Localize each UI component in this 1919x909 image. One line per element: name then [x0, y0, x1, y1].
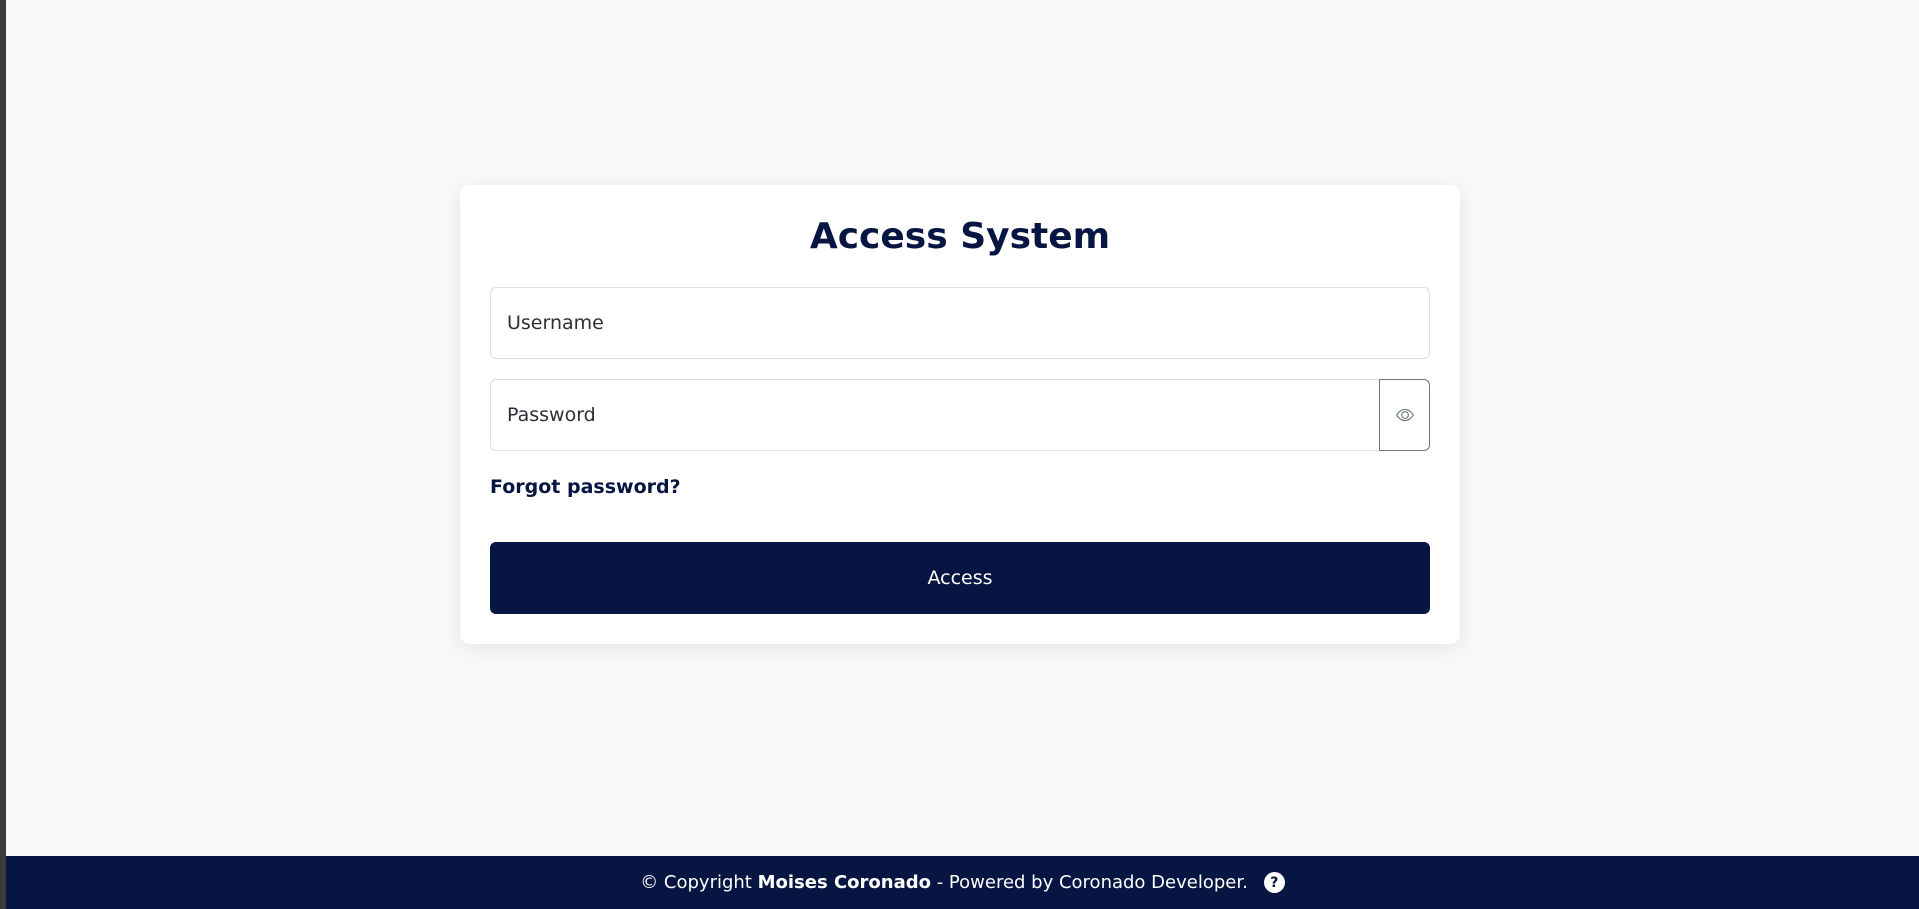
- footer: © Copyright Moises Coronado - Powered by…: [6, 856, 1919, 909]
- toggle-password-visibility-button[interactable]: [1379, 379, 1430, 451]
- username-input[interactable]: [490, 287, 1430, 359]
- login-card: Access System Forgot password? Access: [460, 185, 1460, 644]
- footer-author-name: Moises Coronado: [757, 872, 931, 893]
- password-input[interactable]: [490, 379, 1379, 451]
- eye-icon: [1395, 406, 1414, 424]
- footer-copyright-prefix: © Copyright: [640, 872, 758, 893]
- forgot-password-link[interactable]: Forgot password?: [490, 476, 681, 498]
- page-background: Access System Forgot password? Access © …: [6, 0, 1919, 909]
- page-title: Access System: [809, 216, 1111, 257]
- access-button[interactable]: Access: [490, 542, 1430, 614]
- footer-powered-by: - Powered by Coronado Developer.: [930, 872, 1248, 893]
- help-icon[interactable]: ?: [1263, 872, 1285, 893]
- password-group: [490, 379, 1430, 451]
